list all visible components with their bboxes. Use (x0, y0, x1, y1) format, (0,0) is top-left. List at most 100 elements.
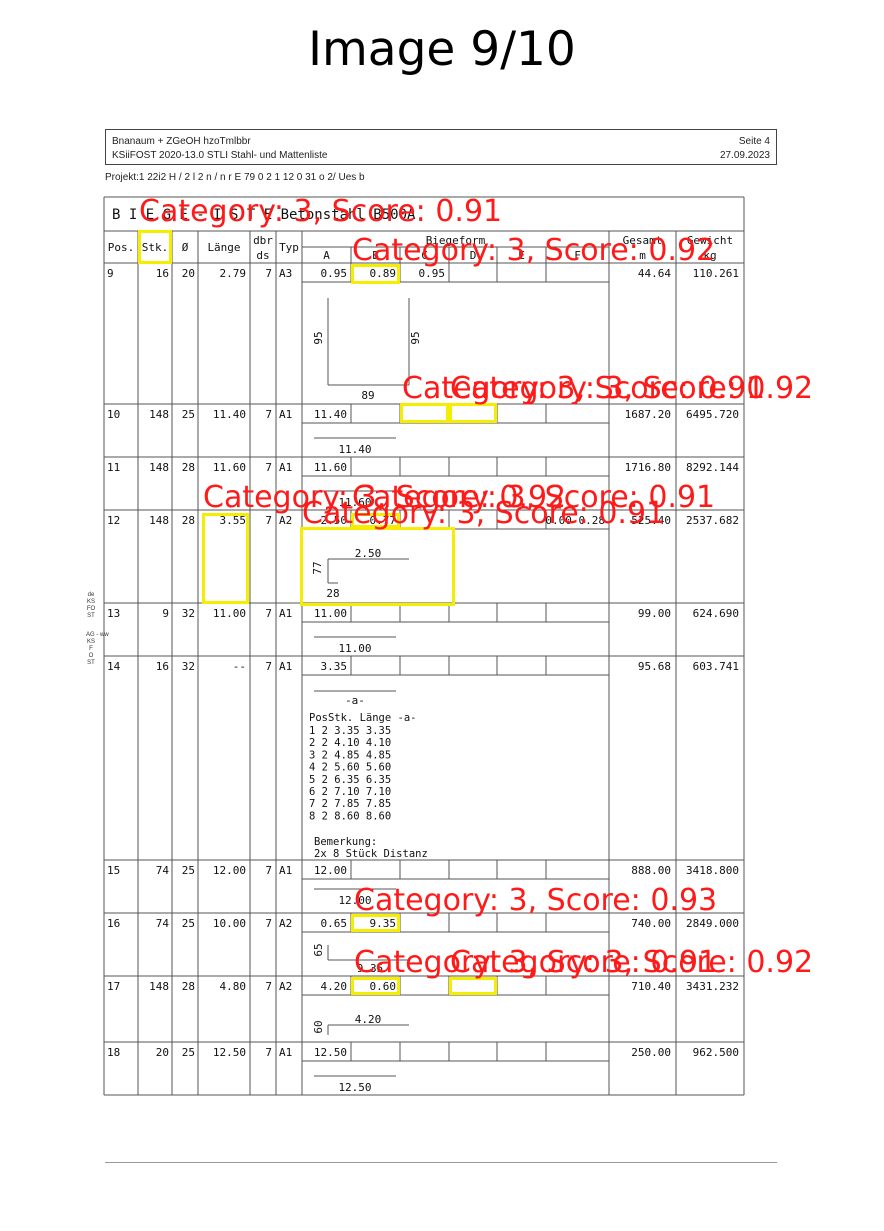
cell-dbr: 7 (265, 607, 272, 620)
detection-box (449, 403, 497, 423)
cell-typ: A1 (279, 660, 292, 673)
cell-typ: A2 (279, 514, 292, 527)
cell-stk: 16 (156, 267, 169, 280)
cell-dbr: 7 (265, 980, 272, 993)
cell-gesamt: 740.00 (631, 917, 671, 930)
sketch-list-header: PosStk. Länge -a- (309, 712, 416, 724)
cell-stk: 148 (149, 408, 169, 421)
cell-pos: 18 (107, 1046, 120, 1059)
cell-gewicht: 962.500 (693, 1046, 739, 1059)
sketch-label: 60 (312, 1020, 325, 1033)
cell-pos: 9 (107, 267, 114, 280)
detection-label: Category: 3, Score: 0.92 (450, 371, 814, 406)
cell-pos: 16 (107, 917, 120, 930)
cell-gewicht: 3431.232 (686, 980, 739, 993)
cell-stk: 74 (156, 864, 170, 877)
header-typ: Typ (279, 241, 299, 254)
sketch-list-row: 6 2 7.10 7.10 (309, 786, 391, 798)
detection-label: Category: 3, Score: 0.91 (302, 496, 666, 531)
cell-stk: 16 (156, 660, 169, 673)
cell-biege-a: 12.50 (314, 1046, 347, 1059)
cell-dbr: 7 (265, 917, 272, 930)
sketch-list-row: 4 2 5.60 5.60 (309, 762, 391, 774)
cell-typ: A2 (279, 980, 292, 993)
cell-pos: 11 (107, 461, 120, 474)
cell-dia: 28 (182, 980, 195, 993)
cell-gesamt: 99.00 (638, 607, 671, 620)
cell-typ: A3 (279, 267, 292, 280)
cell-typ: A1 (279, 1046, 292, 1059)
sketch-list-row: 1 2 3.35 3.35 (309, 725, 391, 737)
sketch-bemerkung: Bemerkung: (314, 836, 377, 848)
cell-dbr: 7 (265, 408, 272, 421)
cell-pos: 10 (107, 408, 120, 421)
cell-laenge: -- (233, 660, 246, 673)
detection-box (138, 230, 172, 264)
cell-dia: 25 (182, 864, 195, 877)
cell-dbr: 7 (265, 461, 272, 474)
cell-stk: 20 (156, 1046, 169, 1059)
cell-laenge: 12.50 (213, 1046, 246, 1059)
cell-dbr: 7 (265, 267, 272, 280)
cell-dia: 32 (182, 607, 195, 620)
cell-gesamt: 888.00 (631, 864, 671, 877)
sketch-note: 2x 8 Stück Distanz (314, 848, 428, 860)
sketch-list-row: 3 2 4.85 4.85 (309, 749, 391, 761)
cell-laenge: 2.79 (220, 267, 247, 280)
cell-dbr: 7 (265, 660, 272, 673)
cell-pos: 17 (107, 980, 120, 993)
cell-laenge: 11.60 (213, 461, 246, 474)
cell-biege-a: 11.40 (314, 408, 347, 421)
cell-dia: 25 (182, 1046, 195, 1059)
sketch-label: 95 (409, 331, 422, 344)
sketch-label: 65 (312, 943, 325, 956)
cell-biege-a: 0.65 (321, 917, 348, 930)
cell-gewicht: 110.261 (693, 267, 739, 280)
cell-pos: 14 (107, 660, 121, 673)
cell-gewicht: 3418.800 (686, 864, 739, 877)
footer-rule (105, 1162, 777, 1163)
cell-typ: A1 (279, 461, 292, 474)
cell-biege-a: 0.95 (321, 267, 348, 280)
sketch-label: 12.50 (338, 1081, 371, 1094)
detection-label: Category: 3, Score: 0.92 (450, 945, 814, 980)
cell-stk: 9 (162, 607, 169, 620)
cell-biege-a: 12.00 (314, 864, 347, 877)
cell-laenge: 4.80 (220, 980, 247, 993)
cell-gesamt: 95.68 (638, 660, 671, 673)
detection-box (300, 527, 455, 606)
header-col-a: A (323, 249, 330, 262)
sketch-label: 4.20 (355, 1013, 382, 1026)
cell-dbr: 7 (265, 514, 272, 527)
sketch-list-row: 7 2 7.85 7.85 (309, 798, 391, 810)
cell-pos: 13 (107, 607, 120, 620)
sketch-label: 11.00 (338, 642, 371, 655)
cell-gewicht: 2849.000 (686, 917, 739, 930)
cell-gewicht: 6495.720 (686, 408, 739, 421)
cell-pos: 12 (107, 514, 120, 527)
sketch-list-row: 8 2 8.60 8.60 (309, 810, 391, 822)
cell-gewicht: 603.741 (693, 660, 739, 673)
cell-dia: 32 (182, 660, 195, 673)
sketch-label: 89 (361, 389, 374, 402)
cell-typ: A1 (279, 864, 292, 877)
detection-label: Category: 3, Score: 0.92 (352, 233, 716, 268)
detection-box (202, 513, 249, 604)
cell-laenge: 10.00 (213, 917, 246, 930)
sketch-list-row: 5 2 6.35 6.35 (309, 774, 391, 786)
header-dia: Ø (182, 241, 189, 254)
cell-dbr: 7 (265, 864, 272, 877)
cell-gesamt: 1687.20 (625, 408, 671, 421)
cell-dia: 20 (182, 267, 195, 280)
header-pos: Pos. (108, 241, 135, 254)
cell-typ: A2 (279, 917, 292, 930)
cell-stk: 148 (149, 980, 169, 993)
detection-label: Category: 3, Score: 0.91 (139, 194, 503, 229)
cell-gesamt: 1716.80 (625, 461, 671, 474)
cell-gewicht: 624.690 (693, 607, 739, 620)
cell-laenge: 11.00 (213, 607, 246, 620)
detection-box (400, 403, 449, 423)
cell-dia: 28 (182, 461, 195, 474)
cell-biege-a: 11.00 (314, 607, 347, 620)
cell-stk: 148 (149, 461, 169, 474)
